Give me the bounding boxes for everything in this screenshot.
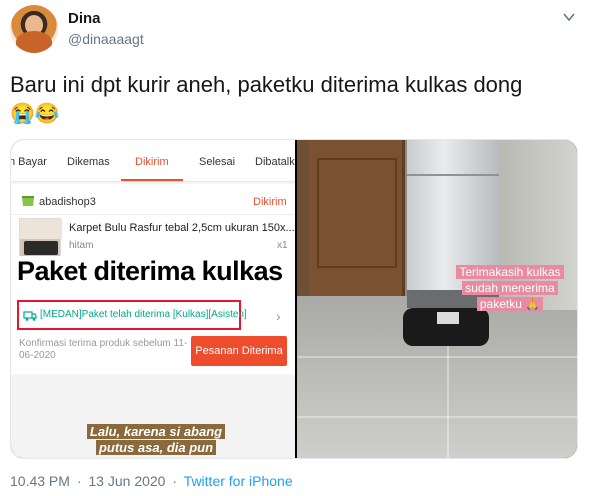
story-caption-left-text: Lalu, karena si abang putus asa, dia pun: [86, 424, 226, 455]
truck-icon: [23, 309, 37, 321]
tweet-time[interactable]: 10.43 PM: [10, 473, 70, 489]
tweet-text: Baru ini dpt kurir aneh, paketku diterim…: [10, 72, 523, 97]
order-tabs: n Bayar Dikemas Dikirim Selesai Dibatalk: [11, 140, 295, 182]
photo-package: [403, 308, 489, 346]
tab-dibatalkan: Dibatalk: [255, 156, 295, 168]
fridge-split: [407, 174, 499, 176]
tile-line: [297, 416, 577, 418]
tweet-date[interactable]: 13 Jun 2020: [88, 473, 165, 489]
active-tab-indicator: [121, 179, 183, 181]
display-name[interactable]: Dina: [68, 10, 101, 27]
user-handle[interactable]: @dinaaaagt: [68, 31, 144, 47]
media-image-left[interactable]: n Bayar Dikemas Dikirim Selesai Dibatalk…: [11, 140, 295, 458]
cabinet-door: [317, 158, 397, 268]
tile-line: [297, 356, 577, 358]
media-image-right[interactable]: Terimakasih kulkas sudah menerima paketk…: [297, 140, 577, 458]
thumb-rug: [24, 241, 58, 255]
caret-down-icon[interactable]: [562, 10, 576, 24]
tweet: Dina @dinaaaagt Baru ini dpt kurir aneh,…: [0, 0, 589, 496]
order-received-button: Pesanan Diterima: [191, 336, 287, 366]
order-status: Dikirim: [253, 196, 287, 208]
tweet-footer: 10.43 PM · 13 Jun 2020 · Twitter for iPh…: [10, 473, 293, 489]
tab-dikirim: Dikirim: [135, 156, 169, 168]
tab-belum-bayar: n Bayar: [11, 156, 47, 168]
media-grid: n Bayar Dikemas Dikirim Selesai Dibatalk…: [10, 139, 578, 459]
product-quantity: x1: [277, 240, 288, 251]
avatar[interactable]: [10, 5, 58, 53]
confirm-area: Konfirmasi terima produk sebelum 11-06-2…: [11, 334, 295, 374]
tracking-status: [MEDAN]Paket telah diterima [Kulkas][Asi…: [40, 309, 247, 320]
thumb-wall: [20, 219, 62, 239]
product-name: Karpet Bulu Rasfur tebal 2,5cm ukuran 15…: [69, 222, 295, 234]
photo-cabinet: [309, 140, 405, 296]
story-caption-left: Lalu, karena si abang putus asa, dia pun: [81, 424, 231, 456]
overlay-caption-text: Paket diterima kulkas: [17, 256, 283, 286]
chevron-right-icon: ›: [276, 308, 281, 324]
confirm-text: Konfirmasi terima produk sebelum 11-06-2…: [19, 338, 188, 361]
tweet-source[interactable]: Twitter for iPhone: [184, 473, 293, 489]
story-caption-right: Terimakasih kulkas sudah menerima paketk…: [447, 264, 573, 312]
product-variant: hitam: [69, 240, 94, 251]
tweet-emojis: 😭😂: [10, 103, 60, 125]
shop-name: abadishop3: [39, 196, 96, 208]
product-thumbnail: [19, 218, 62, 260]
package-label: [437, 312, 459, 324]
overlay-caption: Paket diterima kulkas: [11, 256, 295, 292]
story-caption-right-text: Terimakasih kulkas sudah menerima paketk…: [456, 265, 564, 311]
divider: [11, 214, 295, 215]
shop-icon: [21, 194, 35, 206]
tracking-highlight: [MEDAN]Paket telah diterima [Kulkas][Asi…: [17, 300, 247, 330]
tab-dikemas: Dikemas: [67, 156, 110, 168]
tab-selesai: Selesai: [199, 156, 236, 168]
avatar-hat: [16, 31, 52, 53]
